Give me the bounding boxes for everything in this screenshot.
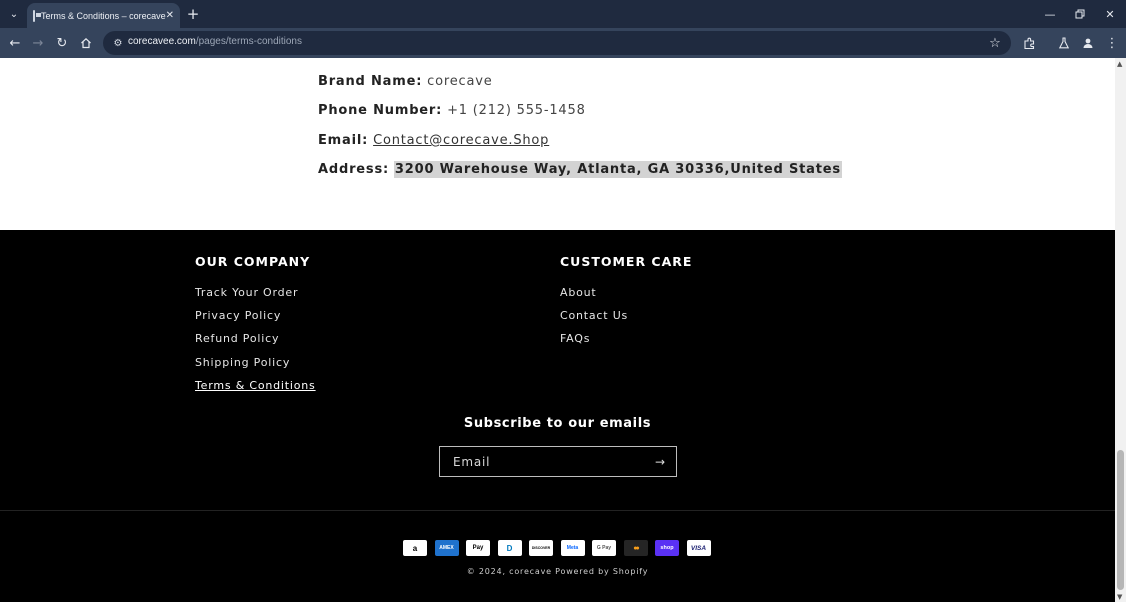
footer-link-contact-us[interactable]: Contact Us <box>560 309 628 322</box>
email-label: Email: <box>318 133 369 148</box>
american-express-icon: AMEX <box>434 540 459 556</box>
new-tab-plus-icon[interactable]: + <box>184 5 202 23</box>
our-company-heading: OUR COMPANY <box>195 254 311 269</box>
address-label: Address: <box>318 162 389 177</box>
apple-pay-icon: Pay <box>466 540 490 556</box>
page-favicon-icon <box>33 9 42 22</box>
page-scrollbar[interactable]: ▲ ▼ <box>1115 58 1126 602</box>
google-pay-icon: G Pay <box>592 540 616 556</box>
devtools-flask-icon[interactable] <box>1055 34 1073 52</box>
mastercard-icon: ●● <box>623 540 648 556</box>
phone-number-value: +1 (212) 555-1458 <box>447 103 586 118</box>
forward-arrow-icon[interactable]: → <box>29 34 47 52</box>
discover-icon: DISCOVER <box>529 540 553 556</box>
meta-pay-icon: Meta <box>560 540 585 556</box>
footer-link-privacy-policy[interactable]: Privacy Policy <box>195 309 281 322</box>
browser-menu-kebab-icon[interactable]: ⋮ <box>1103 34 1121 52</box>
close-window-icon[interactable]: ✕ <box>1101 5 1119 23</box>
browser-tab-bar: ⌄ Terms & Conditions – corecave ✕ + — ✕ <box>0 0 1126 28</box>
powered-by-shopify-link[interactable]: Powered by Shopify <box>555 567 648 576</box>
brand-name-row: Brand Name: corecave <box>318 74 493 89</box>
subscribe-arrow-icon[interactable]: → <box>652 454 668 470</box>
scroll-up-arrow-icon[interactable]: ▲ <box>1117 60 1122 68</box>
browser-tab-active[interactable]: Terms & Conditions – corecave ✕ <box>27 3 180 28</box>
browser-toolbar: ← → ↻ ⚙ corecavee.com/pages/terms-condit… <box>0 28 1126 58</box>
footer-link-shipping-policy[interactable]: Shipping Policy <box>195 356 290 369</box>
site-info-icon[interactable]: ⚙ <box>111 36 125 50</box>
tab-title: Terms & Conditions – corecave <box>41 10 166 21</box>
home-icon[interactable] <box>77 34 95 52</box>
phone-number-row: Phone Number: +1 (212) 555-1458 <box>318 103 586 118</box>
reload-icon[interactable]: ↻ <box>53 34 71 52</box>
footer-link-terms-conditions[interactable]: Terms & Conditions <box>195 379 316 392</box>
newsletter-form: → <box>439 446 677 477</box>
copyright-prefix: © 2024, <box>466 567 506 576</box>
payment-icons-list: a AMEX Pay D DISCOVER Meta G Pay ●● shop… <box>403 540 711 556</box>
address-value-selected: 3200 Warehouse Way, Atlanta, GA 30336,Un… <box>393 161 842 178</box>
copyright-brand-link[interactable]: corecave <box>509 567 552 576</box>
brand-name-value: corecave <box>427 74 493 89</box>
diners-club-icon: D <box>497 540 522 556</box>
newsletter-email-input[interactable] <box>440 447 640 476</box>
bookmark-star-icon[interactable]: ☆ <box>987 35 1003 51</box>
phone-number-label: Phone Number: <box>318 103 443 118</box>
footer-divider <box>0 510 1115 511</box>
footer-link-refund-policy[interactable]: Refund Policy <box>195 332 279 345</box>
url-text[interactable]: corecavee.com/pages/terms-conditions <box>128 36 302 47</box>
tab-search-chevron-icon[interactable]: ⌄ <box>4 4 24 24</box>
footer-link-faqs[interactable]: FAQs <box>560 332 590 345</box>
footer-link-track-order[interactable]: Track Your Order <box>195 286 298 299</box>
restore-window-icon[interactable] <box>1071 5 1089 23</box>
shop-pay-icon: shop <box>655 540 679 556</box>
customer-care-heading: CUSTOMER CARE <box>560 254 693 269</box>
profile-avatar-icon[interactable] <box>1079 34 1097 52</box>
site-footer: OUR COMPANY Track Your Order Privacy Pol… <box>0 230 1115 602</box>
amazon-pay-icon: a <box>403 540 427 556</box>
scrollbar-thumb[interactable] <box>1117 450 1124 590</box>
scroll-down-arrow-icon[interactable]: ▼ <box>1117 593 1122 601</box>
address-bar[interactable]: ⚙ corecavee.com/pages/terms-conditions ☆ <box>103 31 1011 55</box>
copyright-text: © 2024, corecave Powered by Shopify <box>0 567 1115 576</box>
subscribe-heading: Subscribe to our emails <box>463 416 652 431</box>
footer-link-about[interactable]: About <box>560 286 597 299</box>
brand-name-label: Brand Name: <box>318 74 423 89</box>
back-arrow-icon[interactable]: ← <box>6 34 24 52</box>
extensions-puzzle-icon[interactable] <box>1020 34 1038 52</box>
address-row: Address: 3200 Warehouse Way, Atlanta, GA… <box>318 161 842 178</box>
page-viewport: Brand Name: corecave Phone Number: +1 (2… <box>0 58 1115 602</box>
tab-close-icon[interactable]: ✕ <box>166 9 174 23</box>
email-link[interactable]: Contact@corecave.Shop <box>373 133 549 148</box>
minimize-icon[interactable]: — <box>1041 5 1059 23</box>
email-row: Email: Contact@corecave.Shop <box>318 133 549 148</box>
visa-icon: VISA <box>686 540 711 556</box>
